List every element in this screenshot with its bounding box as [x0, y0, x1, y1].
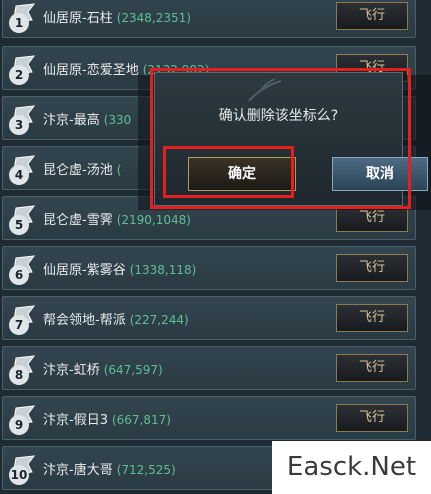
fly-button[interactable]: 飞行: [336, 404, 408, 432]
location-coord: (1338,118): [129, 263, 197, 277]
flag-icon: 8: [6, 352, 38, 386]
location-coord: (647,597): [103, 363, 163, 377]
fly-button[interactable]: 飞行: [336, 304, 408, 332]
row-number: 2: [9, 65, 29, 85]
row-number: 1: [9, 13, 29, 33]
location-coord: (712,525): [116, 463, 176, 477]
list-item[interactable]: 9 汴京-假日3 (667,817) 飞行: [2, 396, 416, 440]
row-number: 3: [9, 115, 29, 135]
list-item[interactable]: 6 仙居原-紫雾谷 (1338,118) 飞行: [2, 246, 416, 290]
location-name: 汴京-最高: [43, 113, 100, 128]
flag-icon: 6: [6, 252, 38, 286]
location-name: 昆仑虚-汤池: [43, 163, 113, 178]
location-coord: (2190,1048): [116, 213, 191, 227]
flag-icon: 2: [6, 52, 38, 86]
row-number: 10: [9, 465, 29, 485]
location-name: 汴京-虹桥: [43, 363, 100, 378]
row-number: 6: [9, 265, 29, 285]
location-coord: (667,817): [111, 413, 171, 427]
flag-icon: 1: [6, 0, 38, 34]
fly-button[interactable]: 飞行: [336, 2, 408, 30]
location-name: 帮会领地-帮派: [43, 313, 126, 328]
row-number: 8: [9, 365, 29, 385]
row-number: 5: [9, 215, 29, 235]
list-item[interactable]: 1 仙居原-石柱 (2348,2351) 飞行: [2, 0, 416, 38]
location-name: 仙居原-紫雾谷: [43, 263, 126, 278]
location-coord: (227,244): [129, 313, 189, 327]
watermark: Easck.Net: [272, 441, 431, 494]
flag-icon: 9: [6, 402, 38, 436]
location-name: 仙居原-恋爱圣地: [43, 63, 139, 78]
row-number: 4: [9, 165, 29, 185]
flag-icon: 7: [6, 302, 38, 336]
row-number: 9: [9, 415, 29, 435]
list-item[interactable]: 8 汴京-虹桥 (647,597) 飞行: [2, 346, 416, 390]
flag-icon: 10: [6, 452, 38, 486]
list-item[interactable]: 7 帮会领地-帮派 (227,244) 飞行: [2, 296, 416, 340]
row-number: 7: [9, 315, 29, 335]
flag-icon: 5: [6, 202, 38, 236]
location-coord: (2348,2351): [116, 11, 191, 25]
highlight-box-confirm: [163, 146, 294, 198]
location-name: 汴京-唐大哥: [43, 463, 113, 478]
flag-icon: 3: [6, 102, 38, 136]
flag-icon: 4: [6, 152, 38, 186]
location-coord: (330: [103, 113, 132, 127]
location-coord: (: [116, 163, 122, 177]
fly-button[interactable]: 飞行: [336, 354, 408, 382]
location-name: 汴京-假日3: [43, 413, 108, 428]
fly-button[interactable]: 飞行: [336, 254, 408, 282]
location-name: 仙居原-石柱: [43, 11, 113, 26]
location-name: 昆仑虚-雪霁: [43, 213, 113, 228]
